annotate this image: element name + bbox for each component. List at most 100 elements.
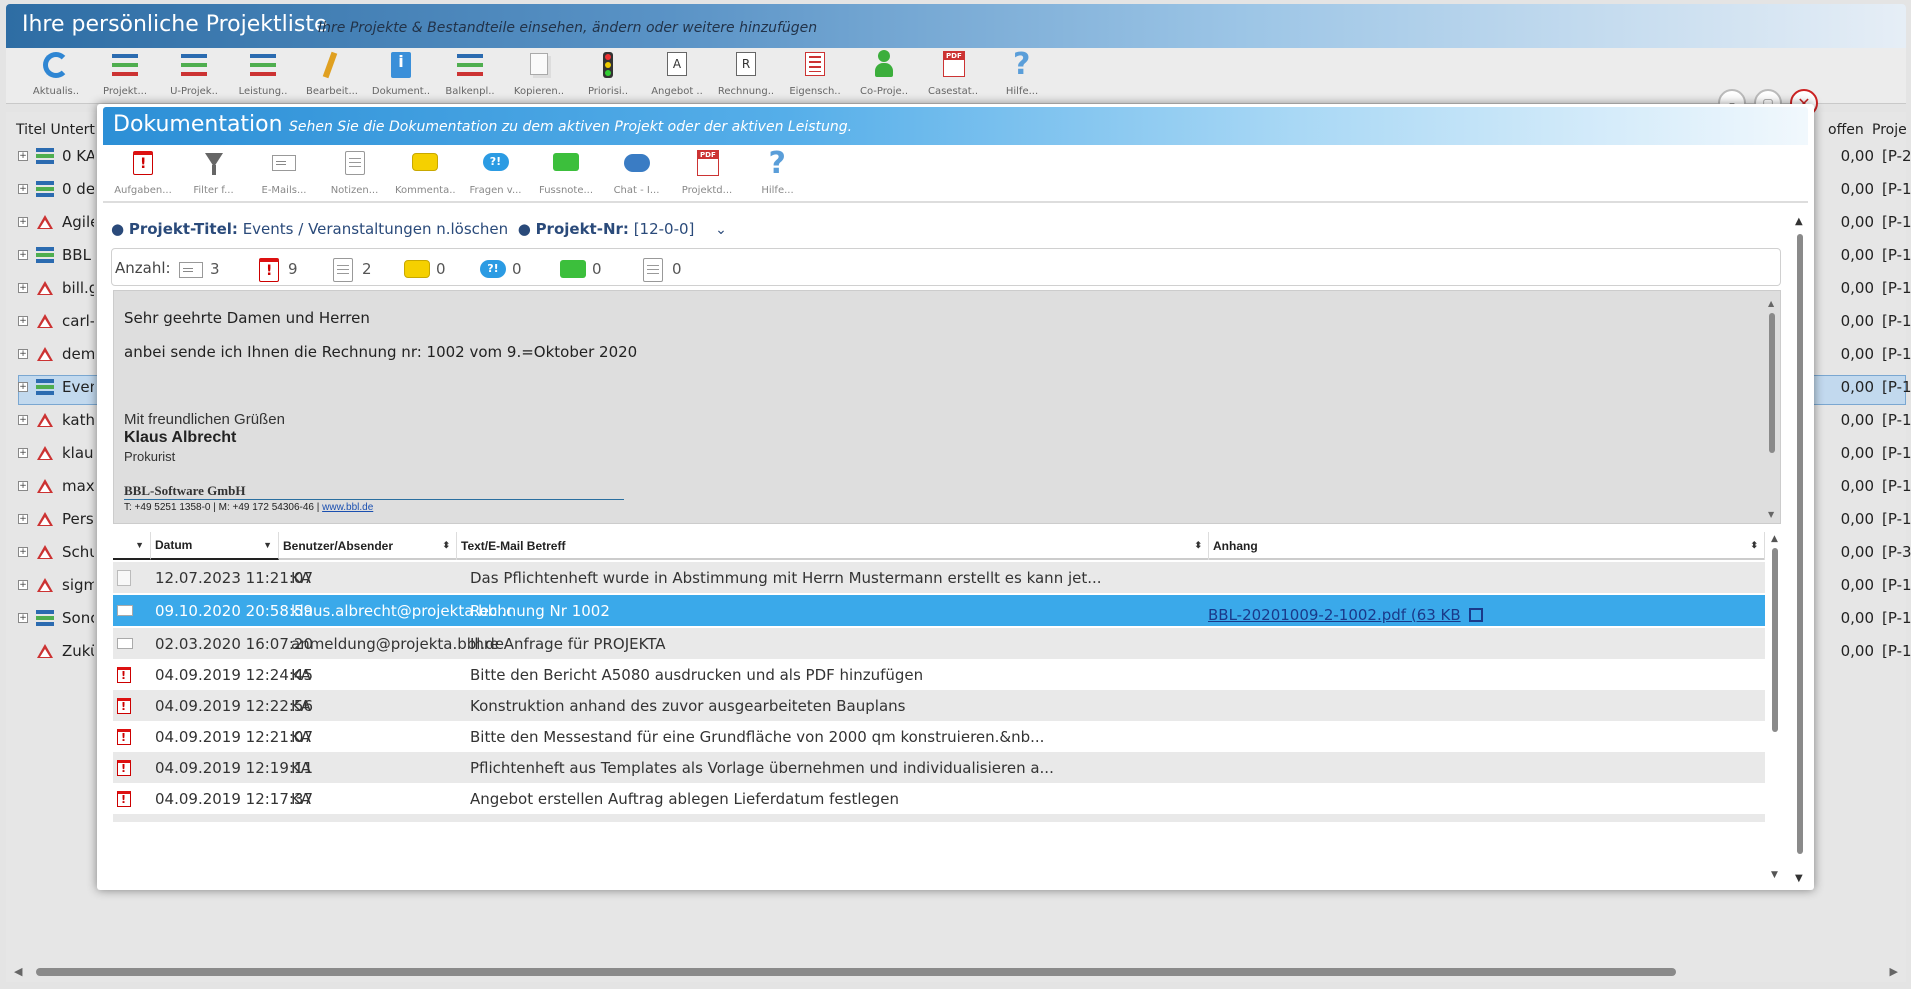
dialog-toolbar-button-3[interactable]: Notizen... bbox=[325, 149, 385, 196]
column-betreff-header[interactable]: Text/E-Mail Betreff ⬍ bbox=[457, 532, 1209, 560]
dialog-toolbar-button-7[interactable]: Chat - I... bbox=[607, 149, 667, 196]
toolbar-button-2[interactable]: U-Projek.. bbox=[164, 50, 224, 97]
document-count[interactable]: 0 bbox=[638, 255, 682, 283]
expand-icon[interactable]: + bbox=[18, 316, 28, 326]
comment-count[interactable]: 0 bbox=[402, 255, 446, 283]
scroll-down-arrow-icon[interactable]: ▼ bbox=[1795, 873, 1803, 884]
expand-icon[interactable]: + bbox=[18, 415, 28, 425]
dialog-toolbar-button-1[interactable]: Filter f... bbox=[184, 149, 244, 196]
project-row[interactable]: + carl- bbox=[18, 307, 94, 335]
scroll-right-arrow-icon[interactable]: ▶ bbox=[1890, 965, 1898, 978]
expand-icon[interactable]: + bbox=[18, 481, 28, 491]
toolbar-button-3[interactable]: Leistung.. bbox=[233, 50, 293, 97]
grid-header-title[interactable]: Titel Untert bbox=[16, 122, 95, 138]
question-count[interactable]: ?! 0 bbox=[478, 255, 522, 283]
project-row[interactable]: + Pers bbox=[18, 505, 94, 533]
toolbar-button-4[interactable]: Bearbeit... bbox=[302, 50, 362, 97]
project-row[interactable]: + max bbox=[18, 472, 94, 500]
toolbar-button-11[interactable]: Eigensch.. bbox=[785, 50, 845, 97]
table-row[interactable]: 04.09.2019 12:19:11KAPflichtenheft aus T… bbox=[113, 752, 1765, 783]
toolbar-button-10[interactable]: R Rechnung.. bbox=[716, 50, 776, 97]
horizontal-scrollbar[interactable]: ◀ ▶ bbox=[6, 962, 1906, 982]
scroll-left-arrow-icon[interactable]: ◀ bbox=[14, 965, 22, 978]
project-row[interactable]: + Sonc bbox=[18, 604, 94, 632]
toolbar-button-13[interactable]: Casestat.. bbox=[923, 50, 983, 97]
dialog-scroll-thumb[interactable] bbox=[1797, 234, 1803, 854]
task-count[interactable]: 9 bbox=[254, 255, 298, 283]
open-external-icon[interactable] bbox=[1468, 607, 1483, 622]
scroll-up-arrow-icon[interactable]: ▲ bbox=[1795, 216, 1803, 227]
project-row[interactable]: + Schu bbox=[18, 538, 94, 566]
toolbar-button-7[interactable]: Kopieren.. bbox=[509, 50, 569, 97]
grid-header-project[interactable]: Proje bbox=[1872, 122, 1907, 138]
table-row[interactable]: 02.03.2020 16:07:20 anmeldung@projekta.bb… bbox=[113, 628, 1765, 659]
scroll-down-arrow-icon[interactable]: ▼ bbox=[1768, 510, 1774, 519]
project-row[interactable]: + dem bbox=[18, 340, 94, 368]
scroll-down-arrow-icon[interactable]: ▼ bbox=[1771, 870, 1778, 880]
email-scroll-thumb[interactable] bbox=[1769, 313, 1775, 453]
project-row[interactable]: + klaus bbox=[18, 439, 94, 467]
table-row[interactable]: 04.09.2019 12:24:45KABitte den Bericht A… bbox=[113, 659, 1765, 690]
note-count[interactable]: 2 bbox=[328, 255, 372, 283]
expand-icon[interactable]: + bbox=[18, 514, 28, 524]
dialog-toolbar-button-4[interactable]: Kommenta... bbox=[395, 149, 455, 196]
table-row[interactable]: 04.09.2019 12:21:07KABitte den Messestan… bbox=[113, 721, 1765, 752]
project-row[interactable]: + Agile bbox=[18, 208, 94, 236]
email-preview[interactable]: Sehr geehrte Damen und Herren anbei send… bbox=[113, 290, 1781, 524]
project-row[interactable]: Zukü bbox=[18, 637, 94, 665]
toolbar-button-1[interactable]: Projekt... bbox=[95, 50, 155, 97]
toolbar-button-5[interactable]: i Dokument.. bbox=[371, 50, 431, 97]
project-row[interactable]: +0 KA bbox=[18, 142, 94, 170]
scroll-up-arrow-icon[interactable]: ▲ bbox=[1768, 299, 1774, 308]
expand-icon[interactable]: + bbox=[18, 547, 28, 557]
scroll-up-arrow-icon[interactable]: ▲ bbox=[1771, 534, 1778, 544]
horizontal-scroll-thumb[interactable] bbox=[36, 968, 1676, 976]
toolbar-button-9[interactable]: A Angebot .. bbox=[647, 50, 707, 97]
expand-icon[interactable]: + bbox=[18, 448, 28, 458]
table-scrollbar[interactable]: ▲ ▼ bbox=[1769, 534, 1781, 880]
toolbar-button-14[interactable]: ? Hilfe... bbox=[992, 50, 1052, 98]
project-row[interactable]: + sigm bbox=[18, 571, 94, 599]
footnote-count[interactable]: 0 bbox=[558, 255, 602, 283]
project-row[interactable]: + Even bbox=[18, 373, 94, 401]
dialog-toolbar-button-9[interactable]: ? Hilfe... bbox=[748, 149, 808, 197]
project-row[interactable]: + kath bbox=[18, 406, 94, 434]
expand-icon[interactable]: + bbox=[18, 382, 28, 392]
email-scrollbar[interactable]: ▲ ▼ bbox=[1768, 299, 1776, 519]
column-icon-header[interactable]: ▼ bbox=[113, 532, 151, 560]
expand-icon[interactable]: + bbox=[18, 151, 28, 161]
toolbar-button-6[interactable]: Balkenpl.. bbox=[440, 50, 500, 97]
project-row[interactable]: + bill.g bbox=[18, 274, 94, 302]
dialog-toolbar-button-5[interactable]: ?! Fragen v... bbox=[466, 149, 526, 196]
table-row[interactable]: 04.09.2019 12:17:37KAAngebot erstellen A… bbox=[113, 783, 1765, 814]
dialog-toolbar-button-6[interactable]: Fussnote... bbox=[536, 149, 596, 196]
project-row[interactable]: +0 de bbox=[18, 175, 94, 203]
dialog-toolbar-button-8[interactable]: Projektd... bbox=[677, 149, 737, 196]
column-datum-header[interactable]: Datum ▼ bbox=[151, 532, 279, 560]
toolbar-button-0[interactable]: Aktualis.. bbox=[26, 50, 86, 97]
expand-icon[interactable]: + bbox=[18, 580, 28, 590]
expand-icon[interactable]: + bbox=[18, 250, 28, 260]
table-row[interactable]: 09.10.2020 20:58:59 klaus.albrecht@projek… bbox=[113, 595, 1765, 626]
expand-icon[interactable]: + bbox=[18, 613, 28, 623]
dialog-scrollbar[interactable]: ▲ ▼ bbox=[1794, 216, 1806, 884]
toolbar-button-8[interactable]: Priorisi.. bbox=[578, 50, 638, 97]
chevron-down-icon[interactable]: ⌄ bbox=[715, 222, 727, 238]
table-row[interactable]: 04.09.2019 12:22:56KAKonstruktion anhand… bbox=[113, 690, 1765, 721]
expand-icon[interactable]: + bbox=[18, 184, 28, 194]
expand-icon[interactable]: + bbox=[18, 217, 28, 227]
expand-icon[interactable]: + bbox=[18, 349, 28, 359]
column-anhang-header[interactable]: Anhang ⬍ bbox=[1209, 532, 1765, 560]
dialog-toolbar-button-2[interactable]: E-Mails... bbox=[254, 149, 314, 196]
email-count[interactable]: 3 bbox=[176, 255, 220, 283]
attachment-link[interactable]: BBL-20201009-2-1002.pdf (63 KB bbox=[1208, 606, 1461, 624]
table-row[interactable]: 12.07.2023 11:21:07 KA Das Pflichtenheft w… bbox=[113, 562, 1765, 593]
table-scroll-thumb[interactable] bbox=[1772, 548, 1778, 732]
grid-header-offen[interactable]: offen bbox=[1828, 122, 1864, 138]
toolbar-button-12[interactable]: Co-Proje.. bbox=[854, 50, 914, 97]
website-link[interactable]: www.bbl.de bbox=[322, 502, 373, 513]
project-row[interactable]: + BBL bbox=[18, 241, 94, 269]
expand-icon[interactable]: + bbox=[18, 283, 28, 293]
dialog-toolbar-button-0[interactable]: Aufgaben... bbox=[113, 149, 173, 196]
column-absender-header[interactable]: Benutzer/Absender ⬍ bbox=[279, 532, 457, 560]
